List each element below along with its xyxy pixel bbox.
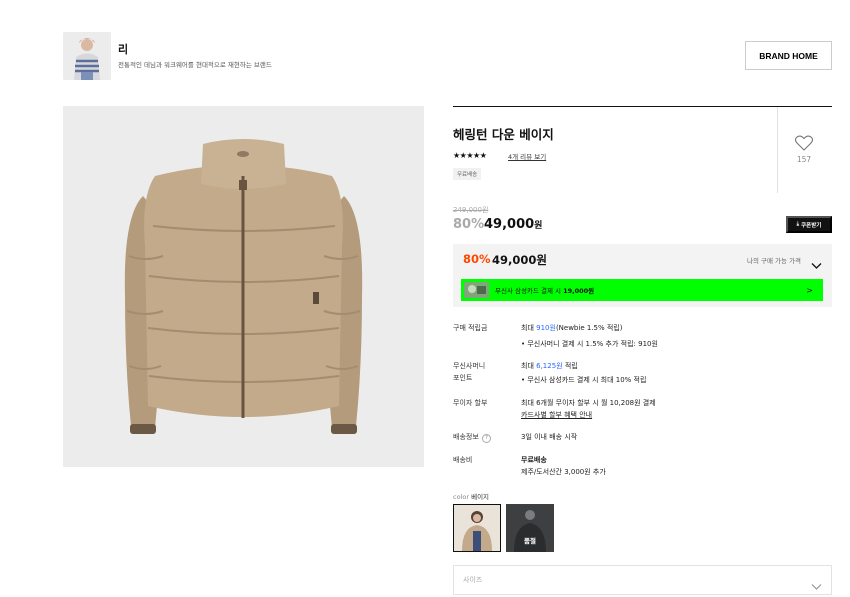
points-bullet: • 무신사머니 결제 시 1.5% 추가 적립: 910원 — [521, 340, 658, 348]
points-amount: 910원 — [536, 324, 556, 332]
delivery-label: 배송정보 ? — [453, 432, 491, 443]
installment-label: 무이자 할부 — [453, 399, 488, 407]
size-placeholder: 사이즈 — [463, 576, 483, 584]
my-price-toggle[interactable]: 나의 구매 가능 가격 — [747, 255, 801, 265]
brand-name[interactable]: 리 — [118, 41, 128, 57]
download-icon: ⤓ — [796, 221, 800, 227]
money-amount: 6,125원 — [536, 362, 563, 370]
color-swatch-beige[interactable] — [453, 504, 501, 552]
delivery-label-text: 배송정보 — [453, 433, 479, 441]
money-label-line2: 포인트 — [453, 374, 473, 382]
installment-link[interactable]: 카드사별 할부 혜택 안내 — [521, 410, 592, 420]
sale-price-unit: 원 — [534, 221, 543, 231]
discount-rate: 80% — [453, 217, 485, 232]
color-swatch-charcoal[interactable]: 품절 — [506, 504, 554, 552]
product-image[interactable] — [63, 106, 424, 467]
like-count: 157 — [796, 155, 812, 164]
money-prefix: 최대 — [521, 362, 534, 370]
size-select[interactable]: 사이즈 — [453, 565, 832, 595]
sold-out-label: 품절 — [524, 537, 536, 545]
points-label: 구매 적립금 — [453, 324, 488, 332]
best-discount-rate: 80% — [463, 252, 491, 266]
color-label: color 베이지 — [453, 491, 489, 501]
money-value: 최대 6,125원 적립 — [521, 361, 578, 371]
brand-avatar[interactable] — [63, 32, 111, 80]
rating-stars: ★★★★★ — [453, 151, 487, 160]
chevron-right-icon: > — [806, 285, 813, 295]
card-promo-price: 19,000원 — [563, 287, 595, 295]
color-selected: 베이지 — [471, 493, 490, 501]
free-shipping-badge: 무료배송 — [453, 168, 482, 180]
brand-model-image — [63, 32, 111, 80]
delivery-value: 3일 이내 배송 시작 — [521, 433, 578, 441]
original-price: 249,000원 — [453, 206, 489, 214]
coupon-button[interactable]: ⤓ 쿠폰받기 — [786, 216, 832, 233]
card-promo-banner[interactable]: 무신사 삼성카드 결제 시 19,000원 > — [461, 279, 823, 301]
points-value: 최대 910원(Newbie 1.5% 적립) — [521, 323, 622, 333]
shipping-fee-note: 제주/도서산간 3,000원 추가 — [521, 468, 606, 476]
top-divider — [453, 106, 832, 107]
shipping-fee-value: 무료배송 — [521, 456, 547, 464]
money-bullet: • 무신사 삼성카드 결제 시 최대 10% 적립 — [521, 376, 647, 384]
product-title: 헤링턴 다운 베이지 — [453, 127, 554, 142]
puffer-jacket-image — [63, 106, 424, 467]
review-link[interactable]: 4개 리뷰 보기 — [508, 151, 546, 161]
card-promo-image — [464, 282, 489, 298]
coupon-button-label: 쿠폰받기 — [801, 222, 822, 229]
brand-home-button[interactable]: BRAND HOME — [745, 41, 832, 70]
color-label-text: color — [453, 493, 470, 501]
brand-description: 전통적인 데님과 워크웨어를 현대적으로 재현하는 브랜드 — [118, 61, 272, 69]
points-suffix: (Newbie 1.5% 적립) — [555, 324, 623, 332]
card-promo-prefix: 무신사 삼성카드 결제 시 — [495, 287, 561, 295]
sale-price: 49,000원 — [484, 217, 542, 232]
vertical-divider — [777, 107, 778, 193]
best-price-value: 49,000원 — [492, 253, 547, 267]
sale-price-value: 49,000 — [484, 217, 535, 232]
money-label-line1: 무신사머니 — [453, 362, 486, 370]
installment-value: 최대 6개월 무이자 할부 시 월 10,208원 결제 — [521, 399, 656, 407]
card-promo-text: 무신사 삼성카드 결제 시 19,000원 — [495, 285, 594, 295]
beige-swatch-image — [454, 505, 500, 551]
chevron-down-icon — [811, 576, 822, 590]
money-suffix: 적립 — [564, 362, 578, 370]
heart-icon[interactable] — [794, 135, 814, 151]
chevron-down-icon[interactable] — [811, 255, 822, 269]
help-icon[interactable]: ? — [482, 434, 491, 443]
shipping-fee-label: 배송비 — [453, 456, 473, 464]
points-prefix: 최대 — [521, 324, 534, 332]
